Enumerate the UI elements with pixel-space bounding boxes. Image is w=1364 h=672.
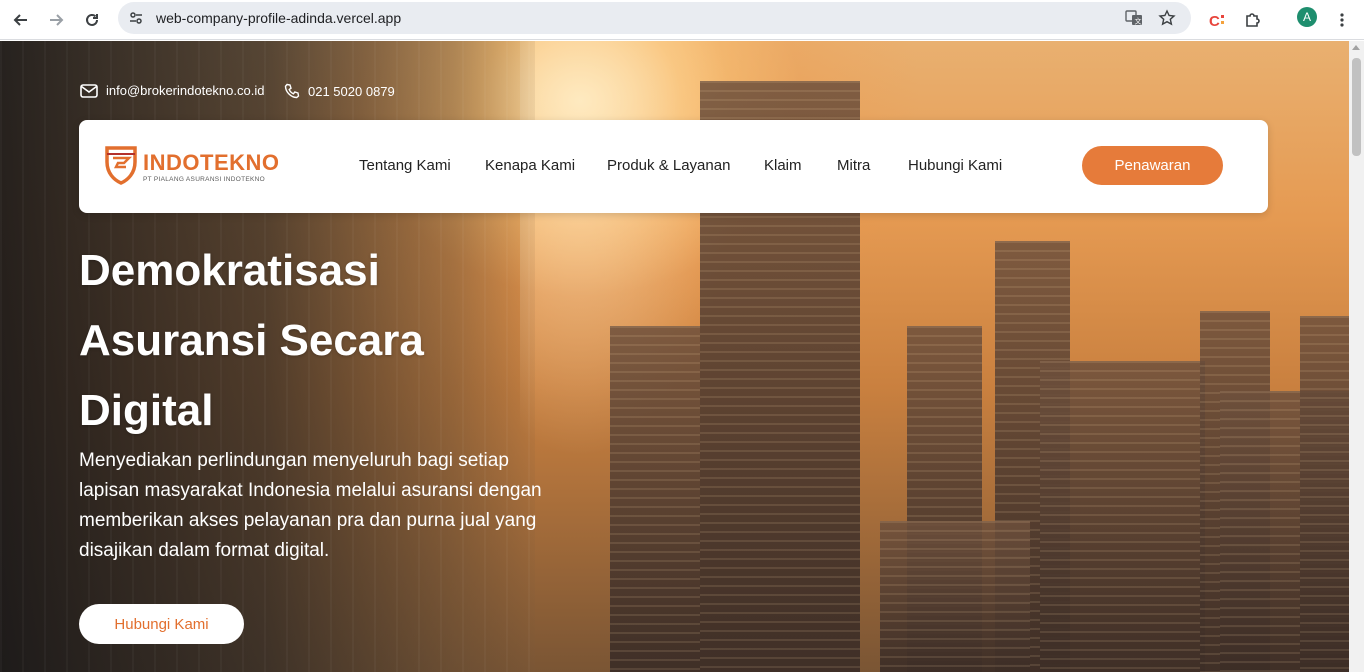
background-building bbox=[1040, 361, 1205, 672]
nav-tentang-kami[interactable]: Tentang Kami bbox=[359, 157, 451, 174]
scroll-up-arrow-icon[interactable] bbox=[1352, 45, 1360, 50]
reload-icon[interactable] bbox=[78, 6, 106, 34]
hero-title-line: Asuransi Secara bbox=[79, 316, 424, 365]
main-navbar: INDOTEKNO PT PIALANG ASURANSI INDOTEKNO … bbox=[79, 120, 1268, 213]
background-building bbox=[1300, 316, 1349, 672]
brand-tagline: PT PIALANG ASURANSI INDOTEKNO bbox=[143, 176, 265, 183]
url-text[interactable]: web-company-profile-adinda.vercel.app bbox=[156, 10, 401, 26]
nav-mitra[interactable]: Mitra bbox=[837, 157, 870, 174]
penawaran-button[interactable]: Penawaran bbox=[1082, 146, 1223, 185]
bookmark-star-icon[interactable] bbox=[1157, 8, 1177, 28]
background-building bbox=[880, 521, 1030, 672]
hero-title-line: Digital bbox=[79, 386, 214, 435]
forward-arrow-icon[interactable] bbox=[42, 6, 70, 34]
extension-icon[interactable]: C bbox=[1203, 6, 1231, 34]
back-arrow-icon[interactable] bbox=[7, 6, 35, 34]
brand-name: INDOTEKNO bbox=[143, 150, 280, 175]
hero-description: Menyediakan perlindungan menyeluruh bagi… bbox=[79, 450, 542, 561]
browser-toolbar: web-company-profile-adinda.vercel.app 文 … bbox=[0, 0, 1364, 40]
address-bar[interactable]: web-company-profile-adinda.vercel.app 文 bbox=[118, 2, 1191, 34]
background-building bbox=[610, 326, 700, 672]
profile-avatar[interactable]: A bbox=[1297, 7, 1317, 27]
contact-email[interactable]: info@brokerindotekno.co.id bbox=[80, 83, 264, 98]
more-vert-icon[interactable] bbox=[1328, 6, 1356, 34]
page-scrollbar[interactable] bbox=[1349, 41, 1364, 672]
svg-text:C: C bbox=[1209, 13, 1220, 29]
nav-produk-layanan[interactable]: Produk & Layanan bbox=[607, 157, 730, 174]
nav-hubungi-kami[interactable]: Hubungi Kami bbox=[908, 157, 1002, 174]
site-settings-icon[interactable] bbox=[126, 8, 146, 28]
shield-logo-icon bbox=[105, 146, 137, 185]
hero-section: info@brokerindotekno.co.id 021 5020 0879… bbox=[0, 41, 1349, 672]
puzzle-icon[interactable] bbox=[1239, 6, 1267, 34]
svg-text:文: 文 bbox=[1135, 17, 1142, 26]
contact-phone[interactable]: 021 5020 0879 bbox=[284, 83, 395, 99]
hubungi-kami-button[interactable]: Hubungi Kami bbox=[79, 604, 244, 644]
scroll-thumb[interactable] bbox=[1352, 58, 1361, 156]
nav-klaim[interactable]: Klaim bbox=[764, 157, 802, 174]
phone-text[interactable]: 021 5020 0879 bbox=[308, 84, 395, 99]
mail-icon bbox=[80, 83, 98, 98]
email-text[interactable]: info@brokerindotekno.co.id bbox=[106, 83, 264, 98]
translate-icon[interactable]: 文 bbox=[1124, 8, 1144, 28]
phone-icon bbox=[284, 83, 300, 99]
hero-title: Demokratisasi Asuransi Secara Digital bbox=[79, 236, 579, 446]
hero-title-line: Demokratisasi bbox=[79, 246, 380, 295]
brand-logo[interactable]: INDOTEKNO PT PIALANG ASURANSI INDOTEKNO bbox=[103, 144, 279, 188]
nav-kenapa-kami[interactable]: Kenapa Kami bbox=[485, 157, 575, 174]
